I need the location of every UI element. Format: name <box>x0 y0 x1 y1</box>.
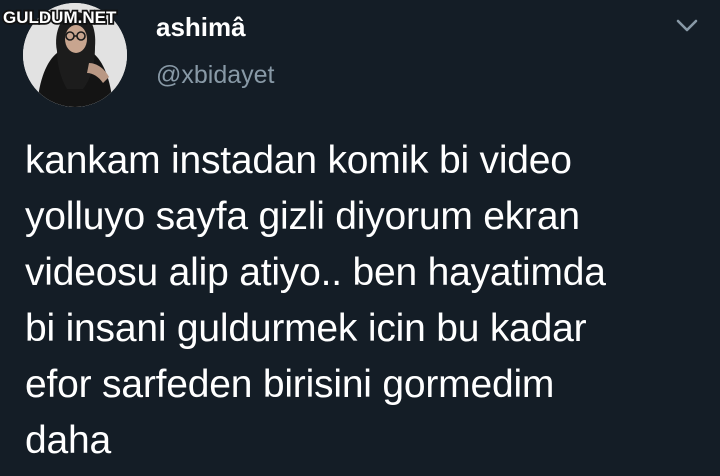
display-name[interactable]: ashimâ <box>156 12 246 42</box>
tweet-line: daha <box>25 419 111 462</box>
watermark-logo: GULDUM.NET <box>1 6 118 29</box>
tweet-line: efor sarfeden birisini gormedim <box>25 363 555 406</box>
chevron-down-icon[interactable] <box>674 14 700 36</box>
svg-text:GULDUM.NET: GULDUM.NET <box>3 8 117 27</box>
tweet-line: yolluyo sayfa gizli diyorum ekran <box>25 195 580 238</box>
tweet-text: kankam instadan komik bi video yolluyo s… <box>25 133 715 469</box>
tweet-line: videosu alip atiyo.. ben hayatimda <box>25 251 606 294</box>
tweet-line: bi insani guldurmek icin bu kadar <box>25 307 587 350</box>
user-handle[interactable]: @xbidayet <box>156 60 275 90</box>
tweet-line: kankam instadan komik bi video <box>25 139 572 182</box>
